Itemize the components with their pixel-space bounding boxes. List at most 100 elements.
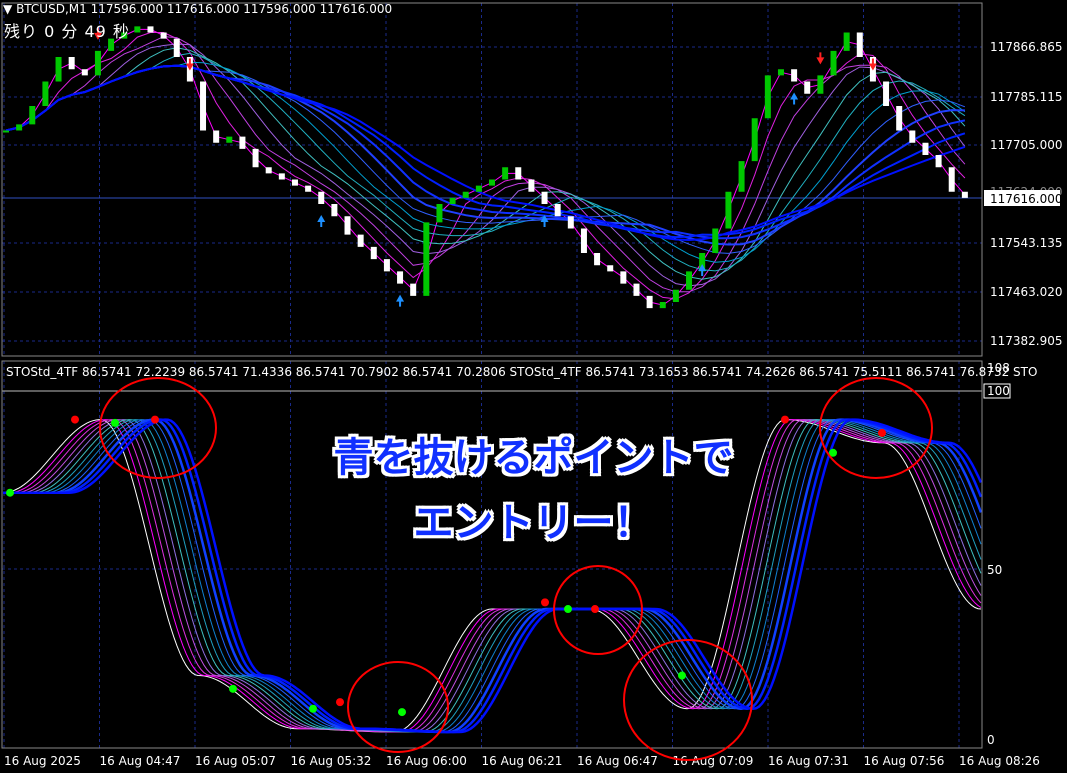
candle-52 xyxy=(686,271,693,290)
candle-11 xyxy=(147,26,154,33)
candle-18 xyxy=(239,136,246,149)
candle-69 xyxy=(909,130,916,143)
candle-7 xyxy=(94,50,101,76)
candle-1 xyxy=(16,124,23,131)
price-label: 117866.865 xyxy=(990,40,1063,54)
signal-dot-5 xyxy=(309,704,317,713)
candle-23 xyxy=(305,185,312,192)
highlight-circle-3 xyxy=(623,639,753,761)
candle-6 xyxy=(81,69,88,76)
axes: 117866.865 117785.115 117705.000 117543.135… xyxy=(4,40,1063,768)
signal-dot-4 xyxy=(229,684,237,693)
price-label: 117705.000 xyxy=(990,138,1063,152)
candle-0 xyxy=(3,130,9,133)
candle-59 xyxy=(777,69,784,76)
time-label: 16 Aug 06:00 xyxy=(386,754,467,768)
candle-13 xyxy=(173,38,180,57)
highlight-circle-1 xyxy=(347,661,449,753)
annotation-line-2: エントリー！ xyxy=(413,500,654,546)
candle-71 xyxy=(935,155,942,168)
current-price-label: 117616.000 xyxy=(990,192,1063,206)
time-label: 16 Aug 2025 xyxy=(4,754,81,768)
candle-27 xyxy=(357,234,364,247)
candle-67 xyxy=(883,81,890,106)
candle-31 xyxy=(410,283,417,296)
candle-63 xyxy=(830,50,837,76)
candle-12 xyxy=(160,32,167,39)
signal-dot-3 xyxy=(151,415,159,424)
price-panel xyxy=(2,3,982,356)
candle-44 xyxy=(580,228,587,253)
candle-39 xyxy=(515,167,522,180)
candle-70 xyxy=(922,142,929,155)
candle-37 xyxy=(489,179,495,186)
candle-49 xyxy=(646,295,653,309)
ind-axis-label: 50 xyxy=(987,563,1002,577)
candle-10 xyxy=(134,26,141,33)
candle-17 xyxy=(226,136,233,143)
time-label: 16 Aug 08:26 xyxy=(959,754,1040,768)
candle-62 xyxy=(817,75,824,94)
candle-33 xyxy=(436,204,443,223)
signal-arrow-3 xyxy=(396,294,405,307)
signal-dot-9 xyxy=(564,605,572,614)
candle-45 xyxy=(594,253,601,266)
candle-72 xyxy=(948,167,955,192)
symbol-title: BTCUSD,M1 xyxy=(16,2,87,16)
candle-50 xyxy=(659,302,666,309)
candle-21 xyxy=(278,173,285,180)
collapse-icon[interactable]: ▼ xyxy=(3,2,12,16)
candle-51 xyxy=(672,289,679,302)
signal-dot-12 xyxy=(781,415,789,424)
signal-dot-6 xyxy=(336,698,344,707)
time-label: 16 Aug 07:56 xyxy=(864,754,945,768)
candle-28 xyxy=(370,246,377,260)
time-label: 16 Aug 05:32 xyxy=(291,754,372,768)
signal-dot-8 xyxy=(541,598,549,607)
candle-60 xyxy=(791,69,798,82)
candle-56 xyxy=(738,161,745,192)
candle-42 xyxy=(554,204,561,217)
candle-54 xyxy=(712,228,719,253)
candle-34 xyxy=(449,197,456,204)
candle-3 xyxy=(42,81,49,106)
candle-32 xyxy=(423,222,430,296)
candle-68 xyxy=(896,106,903,131)
time-label: 16 Aug 04:47 xyxy=(100,754,181,768)
candle-41 xyxy=(541,191,548,204)
price-label: 117382.905 xyxy=(990,334,1063,348)
ma-line-0 xyxy=(5,28,966,306)
candle-22 xyxy=(291,179,298,186)
candle-25 xyxy=(331,204,338,217)
time-label: 16 Aug 06:21 xyxy=(482,754,563,768)
price-label: 117463.020 xyxy=(990,285,1063,299)
signal-arrow-6 xyxy=(816,52,825,65)
candle-15 xyxy=(200,81,207,131)
candle-4 xyxy=(55,57,62,82)
time-label: 16 Aug 07:31 xyxy=(768,754,849,768)
candle-19 xyxy=(252,148,259,168)
candle-24 xyxy=(318,191,325,204)
signal-arrow-2 xyxy=(317,215,326,227)
ind-axis-label: 0 xyxy=(987,733,995,747)
candle-20 xyxy=(265,167,272,174)
candle-2 xyxy=(29,106,36,125)
candle-30 xyxy=(397,271,404,284)
chart-title: ▼ BTCUSD,M1 117596.000 117616.000 117596… xyxy=(3,2,392,16)
candle-46 xyxy=(607,265,614,272)
candle-61 xyxy=(804,81,811,94)
candle-35 xyxy=(462,191,469,198)
candle-43 xyxy=(567,216,574,229)
ind-axis-label: 100 xyxy=(987,384,1010,398)
annotation-line-1: 青を抜けるポイントで xyxy=(333,435,734,481)
candle-47 xyxy=(620,271,627,284)
candle-48 xyxy=(633,283,640,296)
candle-5 xyxy=(68,57,75,70)
signal-arrow-8 xyxy=(790,92,799,105)
signal-dot-11 xyxy=(678,671,686,680)
candle-40 xyxy=(528,179,535,192)
signal-dot-7 xyxy=(398,708,406,717)
chart-canvas: 117866.865 117785.115 117705.000 117543.135… xyxy=(1,2,1063,768)
signal-dot-10 xyxy=(591,605,599,614)
indicator-header: STOStd_4TF 86.5741 72.2239 86.5741 71.43… xyxy=(6,365,1038,379)
